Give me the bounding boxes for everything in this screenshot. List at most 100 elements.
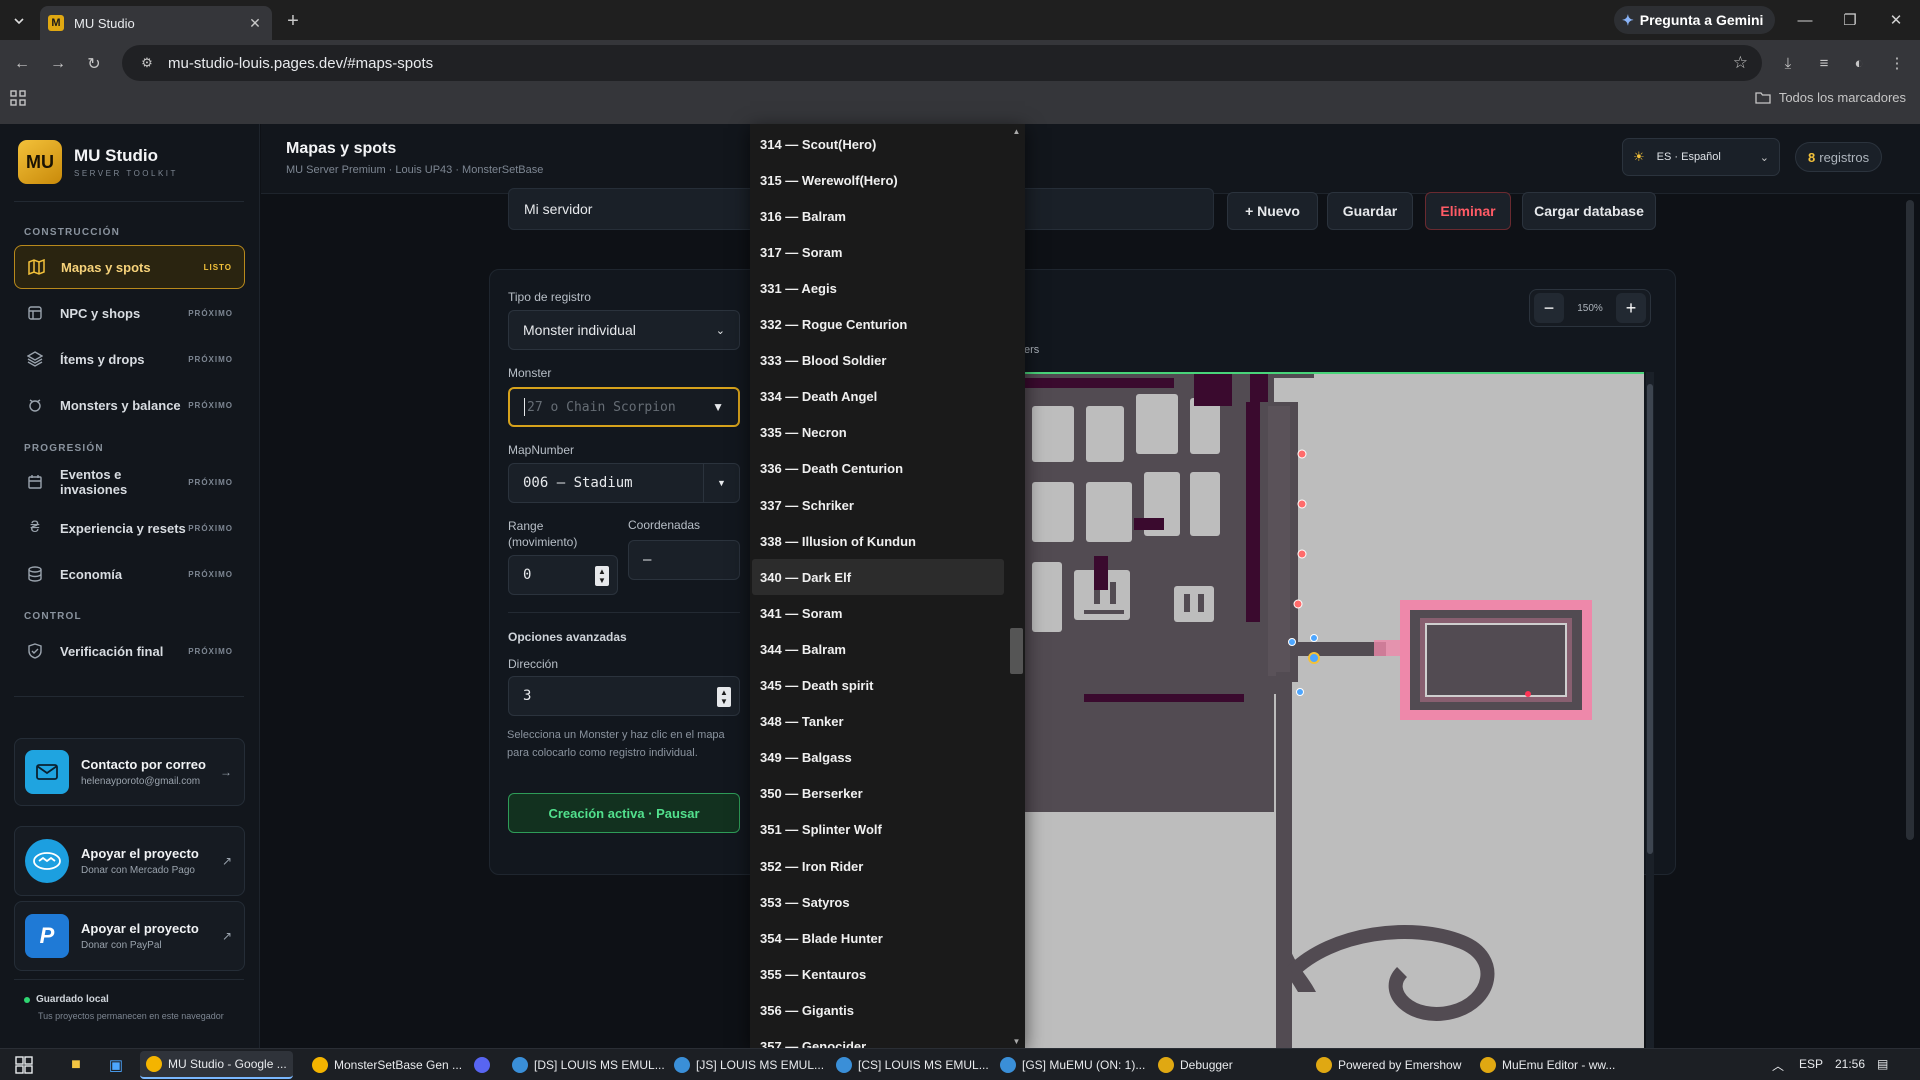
taskbar-app[interactable]: [CS] LOUIS MS EMUL...: [830, 1051, 995, 1079]
monster-option[interactable]: 336 — Death Centurion: [752, 451, 1004, 487]
map-scroll-thumb[interactable]: [1647, 384, 1653, 854]
caret-down-icon[interactable]: ▼: [703, 464, 739, 502]
status-dot-icon: [24, 996, 30, 1003]
pause-creation-button[interactable]: Creación activa · Pausar: [508, 793, 740, 833]
monster-option[interactable]: 353 — Satyros: [752, 884, 1004, 920]
sidebar-item-mapas[interactable]: Mapas y spots LISTO: [14, 245, 245, 289]
media-icon[interactable]: ≡: [1811, 50, 1837, 76]
map-canvas[interactable]: [1024, 372, 1644, 1048]
taskbar-app-label: [JS] LOUIS MS EMUL...: [696, 1058, 825, 1072]
sidebar-item-npc[interactable]: NPC y shops PRÓXIMO: [14, 291, 245, 335]
all-bookmarks[interactable]: Todos los marcadores: [1755, 90, 1906, 105]
reload-icon[interactable]: ↻: [80, 50, 108, 78]
monster-option[interactable]: 331 — Aegis: [752, 270, 1004, 306]
forward-icon[interactable]: →: [44, 50, 72, 78]
monster-option[interactable]: 344 — Balram: [752, 631, 1004, 667]
taskbar-app[interactable]: [JS] LOUIS MS EMUL...: [668, 1051, 830, 1079]
monster-option[interactable]: 350 — Berserker: [752, 776, 1004, 812]
taskbar-app[interactable]: MuEmu Editor - ww...: [1474, 1051, 1621, 1079]
window-close-icon[interactable]: ✕: [1884, 8, 1908, 32]
taskbar-app[interactable]: [DS] LOUIS MS EMUL...: [506, 1051, 671, 1079]
bookmark-star-icon[interactable]: ☆: [1733, 53, 1748, 73]
new-button[interactable]: + Nuevo: [1227, 192, 1318, 230]
tray-chevron-icon[interactable]: ︿: [1772, 1057, 1784, 1074]
monster-input[interactable]: 27 o Chain Scorpion ▼: [508, 387, 740, 427]
zoom-in-button[interactable]: +: [1616, 293, 1646, 323]
tab-search-icon[interactable]: [6, 8, 32, 34]
mapnumber-select[interactable]: 006 — Stadium ▼: [508, 463, 740, 503]
sidebar-item-experiencia[interactable]: ₴ Experiencia y resets PRÓXIMO: [14, 506, 245, 550]
monster-option[interactable]: 349 — Balgass: [752, 740, 1004, 776]
store-icon[interactable]: ▣: [104, 1053, 128, 1077]
delete-button[interactable]: Eliminar: [1425, 192, 1511, 230]
monster-option[interactable]: 316 — Balram: [752, 198, 1004, 234]
monster-option[interactable]: 351 — Splinter Wolf: [752, 812, 1004, 848]
monster-option[interactable]: 315 — Werewolf(Hero): [752, 162, 1004, 198]
mercadopago-card[interactable]: Apoyar el proyecto Donar con Mercado Pago…: [14, 826, 245, 896]
monster-option[interactable]: 356 — Gigantis: [752, 992, 1004, 1028]
clock[interactable]: 21:56: [1835, 1057, 1865, 1071]
download-icon[interactable]: ⤓: [1775, 50, 1801, 76]
notifications-icon[interactable]: ▤: [1877, 1057, 1888, 1071]
load-database-button[interactable]: Cargar database: [1522, 192, 1656, 230]
scroll-up-icon[interactable]: ▲: [1010, 124, 1023, 138]
monster-option[interactable]: 355 — Kentauros: [752, 956, 1004, 992]
scroll-down-icon[interactable]: ▼: [1010, 1034, 1023, 1048]
monster-option[interactable]: 348 — Tanker: [752, 704, 1004, 740]
stepper-icon[interactable]: ▲ ▼: [717, 687, 731, 707]
file-explorer-icon[interactable]: ■: [64, 1053, 88, 1077]
taskbar-app[interactable]: MU Studio - Google ...: [140, 1051, 293, 1079]
save-button[interactable]: Guardar: [1327, 192, 1413, 230]
sidebar-item-eventos[interactable]: Eventos e invasiones PRÓXIMO: [14, 460, 245, 504]
zoom-out-button[interactable]: −: [1534, 293, 1564, 323]
contact-card[interactable]: Contacto por correo helenayporoto@gmail.c…: [14, 738, 245, 806]
menu-icon[interactable]: ⋮: [1884, 50, 1910, 76]
address-bar[interactable]: ⚙ mu-studio-louis.pages.dev/#maps-spots …: [122, 45, 1762, 81]
monster-option[interactable]: 333 — Blood Soldier: [752, 343, 1004, 379]
paypal-card[interactable]: P Apoyar el proyecto Donar con PayPal ↗: [14, 901, 245, 971]
direction-input[interactable]: 3 ▲ ▼: [508, 676, 740, 716]
start-icon[interactable]: [12, 1053, 36, 1077]
profile-icon[interactable]: ◐: [1846, 50, 1872, 76]
monster-option[interactable]: 314 — Scout(Hero): [752, 126, 1004, 162]
monster-option[interactable]: 352 — Iron Rider: [752, 848, 1004, 884]
monster-option[interactable]: 335 — Necron: [752, 415, 1004, 451]
minimize-icon[interactable]: —: [1793, 8, 1817, 32]
sidebar-item-economia[interactable]: Economía PRÓXIMO: [14, 552, 245, 596]
apps-grid-icon[interactable]: [10, 90, 28, 108]
page-scrollbar[interactable]: [1906, 200, 1914, 840]
taskbar-app[interactable]: Powered by Emershow: [1310, 1051, 1467, 1079]
dropdown-scrollbar[interactable]: [1008, 124, 1025, 1048]
monster-option[interactable]: 345 — Death spirit: [752, 668, 1004, 704]
browser-tab[interactable]: M MU Studio ✕: [40, 6, 272, 40]
gemini-button[interactable]: ✦ Pregunta a Gemini: [1614, 6, 1776, 34]
sidebar-item-items[interactable]: Ítems y drops PRÓXIMO: [14, 337, 245, 381]
restore-icon[interactable]: ❐: [1838, 8, 1862, 32]
monster-option[interactable]: 317 — Soram: [752, 234, 1004, 270]
monster-option[interactable]: 334 — Death Angel: [752, 379, 1004, 415]
taskbar-app[interactable]: [GS] MuEMU (ON: 1)...: [994, 1051, 1151, 1079]
dropdown-scroll-thumb[interactable]: [1010, 628, 1023, 674]
monster-option[interactable]: 341 — Soram: [752, 595, 1004, 631]
monster-option[interactable]: 337 — Schriker: [752, 487, 1004, 523]
sidebar-item-monsters[interactable]: Monsters y balance PRÓXIMO: [14, 383, 245, 427]
language-select[interactable]: ☀ ES · Español ⌄: [1622, 138, 1780, 176]
new-tab-button[interactable]: +: [282, 10, 304, 32]
stepper-icon[interactable]: ▲ ▼: [595, 566, 609, 586]
back-icon[interactable]: ←: [8, 50, 36, 78]
records-label: registros: [1819, 149, 1870, 165]
tab-close-icon[interactable]: ✕: [246, 14, 264, 32]
sidebar-item-verificacion[interactable]: Verificación final PRÓXIMO: [14, 629, 245, 673]
site-info-icon[interactable]: ⚙: [138, 54, 156, 72]
taskbar-app[interactable]: Debugger: [1152, 1051, 1239, 1079]
monster-option[interactable]: 332 — Rogue Centurion: [752, 307, 1004, 343]
monster-option[interactable]: 338 — Illusion of Kundun: [752, 523, 1004, 559]
taskbar-app[interactable]: MonsterSetBase Gen ...: [306, 1051, 468, 1079]
input-language[interactable]: ESP: [1799, 1057, 1823, 1071]
range-input[interactable]: 0 ▲ ▼: [508, 555, 618, 595]
monster-dropdown[interactable]: 314 — Scout(Hero) 315 — Werewolf(Hero) 316…: [750, 124, 1025, 1054]
record-type-select[interactable]: Monster individual ⌄: [508, 310, 740, 350]
monster-option[interactable]: 354 — Blade Hunter: [752, 920, 1004, 956]
taskbar-app[interactable]: [468, 1051, 496, 1079]
monster-option[interactable]: 340 — Dark Elf: [752, 559, 1004, 596]
